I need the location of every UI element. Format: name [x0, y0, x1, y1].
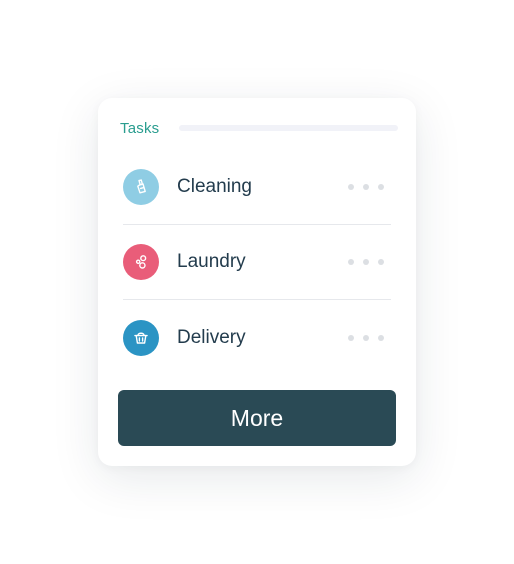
task-label: Laundry — [177, 251, 246, 272]
card-title: Tasks — [120, 119, 160, 137]
task-label: Cleaning — [177, 176, 252, 197]
tasks-card: Tasks Cleaning Laundry Delivery More — [98, 98, 416, 466]
task-list: Cleaning Laundry Delivery — [123, 150, 391, 375]
stage: Tasks Cleaning Laundry Delivery More — [0, 0, 514, 564]
task-row-delivery[interactable]: Delivery — [123, 300, 391, 375]
task-label: Delivery — [177, 326, 246, 348]
bubbles-icon — [123, 244, 159, 280]
card-header: Tasks — [120, 118, 398, 138]
more-options-icon[interactable] — [342, 178, 390, 196]
basket-icon — [123, 319, 159, 356]
more-button[interactable]: More — [118, 390, 396, 446]
task-row-cleaning[interactable]: Cleaning — [123, 150, 391, 225]
more-options-icon[interactable] — [342, 329, 390, 347]
header-progress-bar — [179, 125, 398, 131]
task-row-laundry[interactable]: Laundry — [123, 225, 391, 300]
broom-icon — [123, 169, 159, 205]
more-options-icon[interactable] — [342, 253, 390, 271]
